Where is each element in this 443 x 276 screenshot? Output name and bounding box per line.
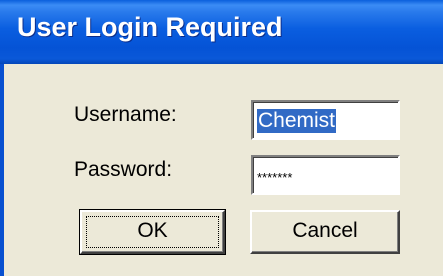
username-field[interactable]: Chemist — [251, 100, 400, 140]
title-bar[interactable]: User Login Required — [0, 0, 443, 64]
password-label: Password: — [74, 158, 173, 181]
window-title: User Login Required — [17, 12, 283, 42]
password-field[interactable]: ******* — [251, 155, 400, 195]
username-label: Username: — [74, 103, 177, 126]
login-dialog: User Login Required Username: Chemist Pa… — [0, 0, 443, 276]
window-left-border — [0, 64, 4, 276]
focus-rectangle — [86, 216, 219, 248]
username-value: Chemist — [257, 109, 337, 133]
ok-button[interactable]: OK — [79, 209, 226, 255]
password-value: ******* — [257, 170, 293, 185]
cancel-button[interactable]: Cancel — [250, 210, 400, 254]
cancel-button-label: Cancel — [292, 219, 358, 242]
